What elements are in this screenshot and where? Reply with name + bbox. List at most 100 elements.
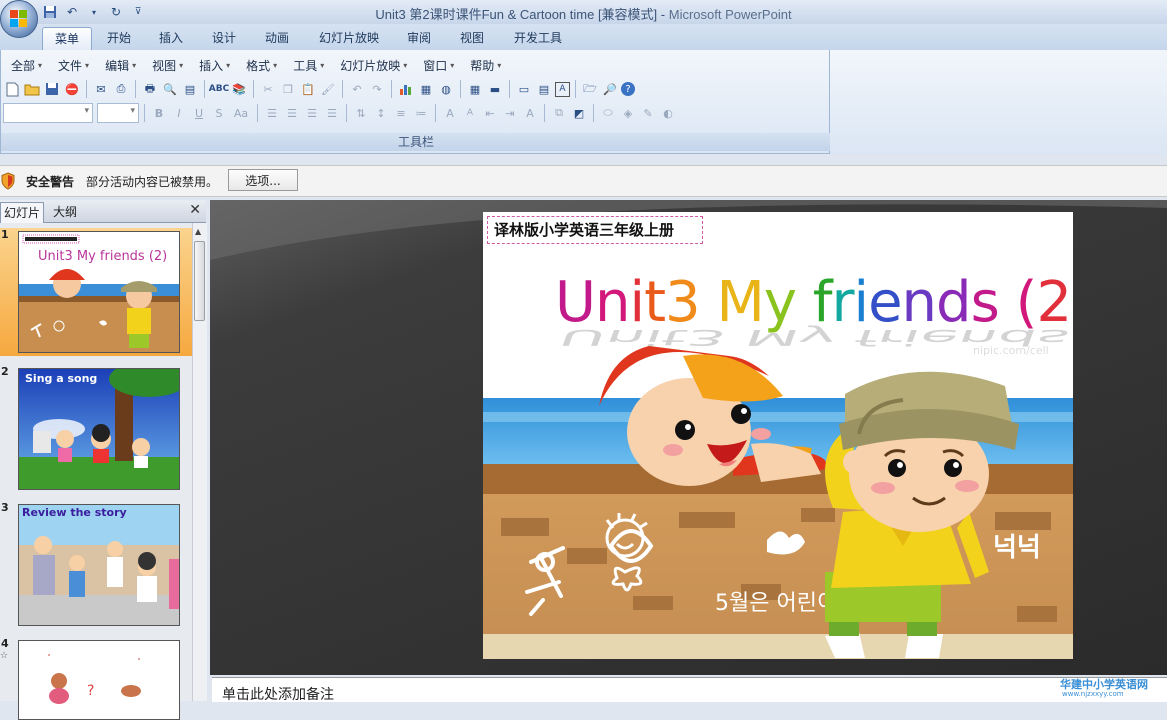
menu-file[interactable]: 文件 ▾ bbox=[50, 57, 97, 74]
current-slide[interactable]: 5월은 어린이 날 넉넉 Unit3 My friends nipic.com/… bbox=[483, 212, 1073, 659]
align-right-icon[interactable]: ☰ bbox=[303, 104, 321, 122]
font-size-combo[interactable] bbox=[97, 103, 139, 123]
tab-home[interactable]: 开始 bbox=[98, 27, 140, 49]
font-color-icon[interactable]: A bbox=[521, 104, 539, 122]
menu-slideshow[interactable]: 幻灯片放映 ▾ bbox=[332, 57, 415, 74]
table-icon[interactable]: ▦ bbox=[417, 80, 435, 98]
tab-outline[interactable]: 大纲 bbox=[50, 202, 80, 222]
save-icon[interactable] bbox=[43, 80, 61, 98]
help-icon[interactable]: ? bbox=[621, 82, 635, 96]
copy-icon[interactable]: ❐ bbox=[279, 80, 297, 98]
slide-number: 4 bbox=[1, 637, 9, 650]
slide-thumbnail-1[interactable]: 1 Unit3 My friends (2) bbox=[0, 228, 192, 356]
tab-animation[interactable]: 动画 bbox=[256, 27, 298, 49]
shape-effects-icon[interactable]: ◐ bbox=[659, 104, 677, 122]
tab-insert[interactable]: 插入 bbox=[150, 27, 192, 49]
decrease-indent-icon[interactable]: ⇤ bbox=[481, 104, 499, 122]
shadow-button[interactable]: S bbox=[210, 104, 228, 122]
print-preview-icon[interactable]: ⎙ bbox=[112, 80, 130, 98]
color-grayscale-icon[interactable]: ▬ bbox=[486, 80, 504, 98]
tab-developer[interactable]: 开发工具 bbox=[505, 27, 571, 49]
title-letter: i bbox=[629, 270, 646, 335]
redo-icon[interactable]: ↻ bbox=[108, 4, 124, 20]
line-spacing-icon[interactable]: ↕ bbox=[372, 104, 390, 122]
tab-review[interactable]: 审阅 bbox=[398, 27, 440, 49]
menu-window[interactable]: 窗口 ▾ bbox=[415, 57, 462, 74]
text-direction-icon[interactable]: ⇅ bbox=[352, 104, 370, 122]
save-icon[interactable] bbox=[42, 4, 58, 20]
slide-thumbnail-4[interactable]: 4 ☆ ? bbox=[0, 637, 192, 720]
numbering-icon[interactable]: ≡ bbox=[392, 104, 410, 122]
grid-icon[interactable]: ▦ bbox=[466, 80, 484, 98]
tab-design[interactable]: 设计 bbox=[203, 27, 245, 49]
cut-icon[interactable]: ✂ bbox=[259, 80, 277, 98]
tab-slideshow[interactable]: 幻灯片放映 bbox=[313, 27, 385, 49]
textbox-icon[interactable]: A bbox=[555, 81, 570, 97]
shrink-font-icon[interactable]: A bbox=[461, 104, 479, 122]
increase-indent-icon[interactable]: ⇥ bbox=[501, 104, 519, 122]
title-letter: 2 bbox=[1036, 270, 1072, 335]
align-center-icon[interactable]: ☰ bbox=[283, 104, 301, 122]
underline-button[interactable]: U bbox=[190, 104, 208, 122]
menu-insert[interactable]: 插入 ▾ bbox=[191, 57, 238, 74]
menu-tools[interactable]: 工具 ▾ bbox=[285, 57, 332, 74]
title-letter: U bbox=[555, 270, 596, 335]
scroll-thumb[interactable] bbox=[194, 241, 205, 321]
bullets-icon[interactable]: ≔ bbox=[412, 104, 430, 122]
fill-color-icon[interactable]: ◈ bbox=[619, 104, 637, 122]
reference-icon[interactable]: 📚 bbox=[230, 80, 248, 98]
print-icon[interactable]: 🖶 bbox=[141, 80, 159, 98]
slide-thumbnail-3[interactable]: 3 Review the story bbox=[0, 501, 192, 629]
change-case-button[interactable]: Aa bbox=[230, 104, 252, 122]
tab-slides[interactable]: 幻灯片 bbox=[0, 202, 45, 223]
permission-icon[interactable]: ⛔ bbox=[63, 80, 81, 98]
layout-icon[interactable]: ▤ bbox=[535, 80, 553, 98]
grow-font-icon[interactable]: A bbox=[441, 104, 459, 122]
quick-styles-icon[interactable]: ◩ bbox=[570, 104, 588, 122]
menu-view[interactable]: 视图 ▾ bbox=[144, 57, 191, 74]
scroll-up-icon[interactable]: ▲ bbox=[195, 227, 201, 236]
tab-view[interactable]: 视图 bbox=[451, 27, 493, 49]
tab-menu[interactable]: 菜单 bbox=[42, 27, 92, 50]
customize-icon[interactable]: ⊽ bbox=[130, 4, 146, 20]
folder-icon[interactable]: 🗁 bbox=[581, 80, 599, 98]
menu-format[interactable]: 格式 ▾ bbox=[238, 57, 285, 74]
arrange-icon[interactable]: ⧉ bbox=[550, 104, 568, 122]
format-painter-icon[interactable]: 🖌 bbox=[319, 80, 337, 98]
office-button[interactable] bbox=[0, 0, 38, 38]
slide-header-box[interactable]: 译林版小学英语三年级上册 bbox=[487, 216, 703, 244]
notes-pane[interactable]: 单击此处添加备注 bbox=[212, 677, 1167, 703]
close-icon[interactable]: ✕ bbox=[189, 202, 201, 218]
dropdown-arrow-icon[interactable]: ▾ bbox=[86, 4, 102, 20]
open-folder-icon[interactable] bbox=[23, 80, 41, 98]
bold-button[interactable]: B bbox=[150, 104, 168, 122]
menu-help[interactable]: 帮助 ▾ bbox=[462, 57, 509, 74]
slides-scrollbar[interactable]: ▲ bbox=[192, 223, 207, 701]
preview-icon[interactable]: 🔍 bbox=[161, 80, 179, 98]
undo-icon[interactable]: ↶ bbox=[64, 4, 80, 20]
thumbnail-image bbox=[18, 504, 180, 626]
zoom-icon[interactable]: 🔎 bbox=[601, 80, 619, 98]
undo-icon[interactable]: ↶ bbox=[348, 80, 366, 98]
research-icon[interactable]: ▤ bbox=[181, 80, 199, 98]
globe-icon[interactable]: ◍ bbox=[437, 80, 455, 98]
email-icon[interactable]: ✉ bbox=[92, 80, 110, 98]
shape-icon[interactable]: ⬭ bbox=[599, 104, 617, 122]
menu-edit[interactable]: 编辑 ▾ bbox=[97, 57, 144, 74]
justify-icon[interactable]: ☰ bbox=[323, 104, 341, 122]
title-letter: r bbox=[831, 270, 854, 335]
menu-all[interactable]: 全部 ▾ bbox=[3, 57, 50, 74]
new-file-icon[interactable] bbox=[3, 80, 21, 98]
italic-button[interactable]: I bbox=[170, 104, 188, 122]
slide-thumbnail-2[interactable]: 2 Sing a song bbox=[0, 365, 192, 493]
spelling-icon[interactable]: ABC bbox=[209, 80, 229, 98]
new-slide-icon[interactable]: ▭ bbox=[515, 80, 533, 98]
options-button[interactable]: 选项... bbox=[228, 169, 298, 191]
align-left-icon[interactable]: ☰ bbox=[263, 104, 281, 122]
chart-icon[interactable] bbox=[397, 80, 415, 98]
line-color-icon[interactable]: ✎ bbox=[639, 104, 657, 122]
paste-icon[interactable]: 📋 bbox=[299, 80, 317, 98]
redo-icon[interactable]: ↷ bbox=[368, 80, 386, 98]
font-name-combo[interactable] bbox=[3, 103, 93, 123]
slide-title[interactable]: Unit3 My friends (2) bbox=[555, 270, 1073, 335]
